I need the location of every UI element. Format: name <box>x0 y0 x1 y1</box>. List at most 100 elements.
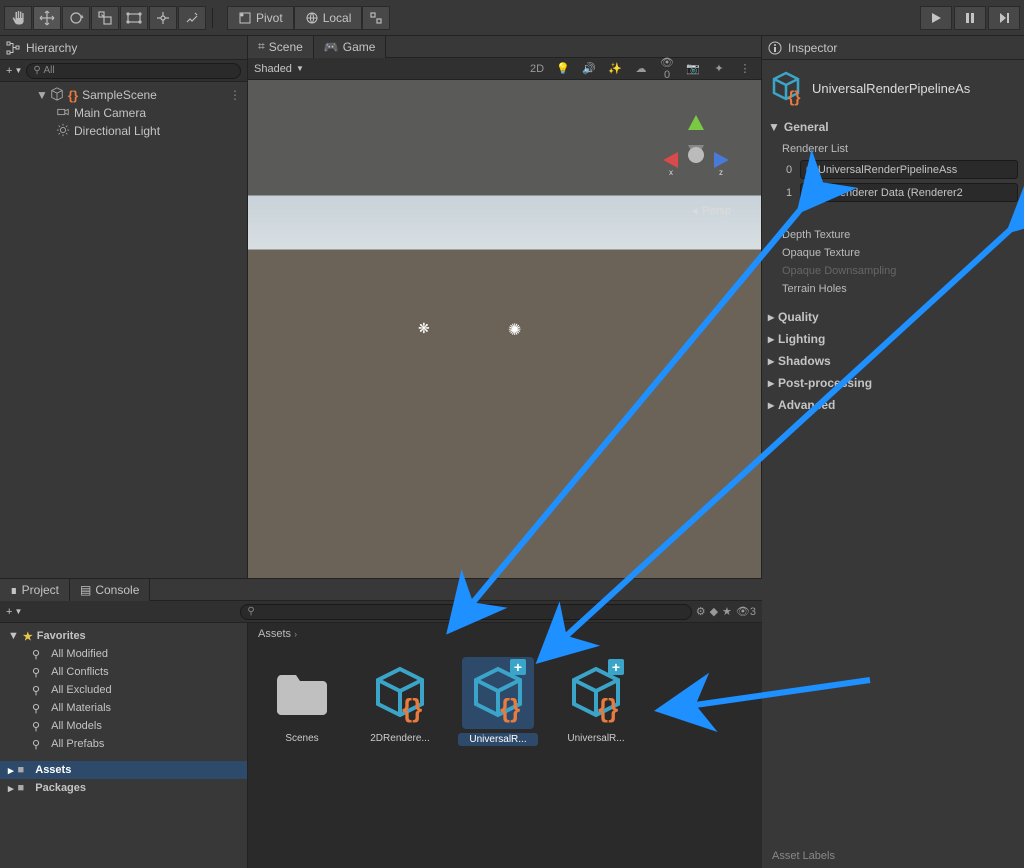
asset-folder[interactable]: Scenes <box>262 657 342 744</box>
rotate-tool-button[interactable] <box>62 6 90 30</box>
favorite-item[interactable]: ⚲ All Excluded <box>0 681 247 699</box>
favorite-item[interactable]: ⚲ All Modified <box>0 645 247 663</box>
foldout-icon: ▸ <box>8 782 14 795</box>
assets-root[interactable]: ▸■ Assets <box>0 761 247 779</box>
inspector-header: Inspector <box>762 36 1024 60</box>
skybox-toggle[interactable]: ☁ <box>631 62 651 75</box>
snap-button[interactable] <box>362 6 390 30</box>
project-tree: ▼★Favorites ⚲ All Modified ⚲ All Conflic… <box>0 623 248 868</box>
filter-by-label[interactable]: ◆ <box>710 605 718 618</box>
shading-mode-dropdown[interactable]: Shaded▼ <box>254 63 304 75</box>
asset-label: 2DRendere... <box>360 733 440 744</box>
hidden-count[interactable]: 👁0 <box>657 56 677 81</box>
project-search[interactable]: ⚲ <box>240 604 691 620</box>
section-general[interactable]: ▼General <box>768 116 1018 138</box>
svg-text:{}: {} <box>402 693 422 723</box>
hand-tool-button[interactable] <box>4 6 32 30</box>
scene-gizmo[interactable]: x z <box>651 110 741 200</box>
transform-tool-button[interactable] <box>149 6 177 30</box>
hidden-packages[interactable]: 👁3 <box>736 605 756 618</box>
play-button[interactable] <box>920 6 952 30</box>
renderer-list-item[interactable]: 0 ⚙UniversalRenderPipelineAss <box>782 158 1018 181</box>
favorite-item[interactable]: ⚲ All Conflicts <box>0 663 247 681</box>
project-toolbar: +▼ ⚲ ⚙ ◆ ★ 👁3 <box>0 601 762 623</box>
foldout-icon: ▸ <box>768 376 774 390</box>
foldout-icon: ▼ <box>768 120 780 134</box>
renderer-index: 0 <box>782 164 796 176</box>
favorites-header[interactable]: ▼★Favorites <box>0 627 247 645</box>
favorite-item[interactable]: ⚲ All Prefabs <box>0 735 247 753</box>
favorite-item[interactable]: ⚲ All Materials <box>0 699 247 717</box>
renderer-ref-name: UniversalRenderPipelineAss <box>818 164 957 176</box>
lighting-toggle[interactable]: 💡 <box>553 62 573 75</box>
folder-icon: ■ <box>18 782 25 794</box>
asset-pipeline-asset[interactable]: {} + UniversalR... <box>556 657 636 744</box>
star-icon: ★ <box>23 630 33 643</box>
breadcrumb[interactable]: Assets › <box>248 623 762 645</box>
light-icon <box>56 123 70 140</box>
asset-label: Scenes <box>262 733 342 744</box>
pivot-button[interactable]: Pivot <box>227 6 294 30</box>
inspector-asset-header: {} UniversalRenderPipelineAs <box>768 66 1018 116</box>
persp-label[interactable]: ◄ Persp <box>690 205 731 217</box>
section-lighting[interactable]: ▸Lighting <box>768 328 1018 350</box>
create-dropdown[interactable]: +▼ <box>6 606 22 618</box>
hierarchy-item[interactable]: Main Camera <box>0 104 247 122</box>
packages-root[interactable]: ▸■ Packages <box>0 779 247 797</box>
search-icon: ⚲ <box>247 606 254 617</box>
favorite-item[interactable]: ⚲ All Models <box>0 717 247 735</box>
hierarchy-item-menu[interactable]: ⋮ <box>229 88 241 102</box>
plus-badge-icon: + <box>510 659 526 675</box>
audio-toggle[interactable]: 🔊 <box>579 62 599 75</box>
section-quality[interactable]: ▸Quality <box>768 306 1018 328</box>
mode-2d-toggle[interactable]: 2D <box>527 63 547 75</box>
step-button[interactable] <box>988 6 1020 30</box>
local-button[interactable]: Local <box>294 6 363 30</box>
inspector-asset-name: UniversalRenderPipelineAs <box>812 81 970 96</box>
rect-tool-button[interactable] <box>120 6 148 30</box>
section-advanced[interactable]: ▸Advanced <box>768 394 1018 416</box>
asset-renderer-data[interactable]: {} 2DRendere... <box>360 657 440 744</box>
custom-tool-button[interactable] <box>178 6 206 30</box>
move-tool-button[interactable] <box>33 6 61 30</box>
folder-icon: ■ <box>18 764 25 776</box>
foldout-icon: ▸ <box>768 310 774 324</box>
transform-tools <box>4 4 206 32</box>
game-tab-label: Game <box>343 40 376 54</box>
camera-settings[interactable]: 📷 <box>683 62 703 75</box>
svg-text:{}: {} <box>788 89 800 106</box>
scene-grid-icon: ⌗ <box>258 39 265 54</box>
asset-labels-heading: Asset Labels <box>772 850 835 862</box>
fx-toggle[interactable]: ✨ <box>605 62 625 75</box>
scene-view-menu[interactable]: ⋮ <box>735 62 755 75</box>
terrain-holes-label[interactable]: Terrain Holes <box>782 280 1018 298</box>
asset-pipeline-asset[interactable]: {} + UniversalR... <box>458 657 538 746</box>
pivot-label: Pivot <box>256 11 283 25</box>
folder-icon: ∎ <box>10 583 18 597</box>
svg-text:z: z <box>719 168 723 177</box>
create-dropdown[interactable]: +▼ <box>6 65 22 77</box>
scene-icon <box>50 87 64 104</box>
depth-texture-label[interactable]: Depth Texture <box>782 226 1018 244</box>
hierarchy-search[interactable]: ⚲ All <box>26 63 241 79</box>
gizmos-dropdown[interactable]: ✦ <box>709 62 729 75</box>
scene-tab[interactable]: ⌗Scene <box>248 36 314 58</box>
section-post-processing[interactable]: ▸Post-processing <box>768 372 1018 394</box>
script-link-icon: {} <box>68 88 78 103</box>
scale-tool-button[interactable] <box>91 6 119 30</box>
foldout-icon: ▸ <box>768 354 774 368</box>
project-tab[interactable]: ∎Project <box>0 579 70 601</box>
local-label: Local <box>323 11 352 25</box>
opaque-texture-label[interactable]: Opaque Texture <box>782 244 1018 262</box>
section-shadows[interactable]: ▸Shadows <box>768 350 1018 372</box>
hierarchy-item[interactable]: Directional Light <box>0 122 247 140</box>
game-tab[interactable]: 🎮Game <box>314 36 387 58</box>
scene-toolbar: Shaded▼ 2D 💡 🔊 ✨ ☁ 👁0 📷 ✦ ⋮ <box>248 58 761 80</box>
hierarchy-scene-row[interactable]: ▼ {} SampleScene ⋮ <box>0 86 247 104</box>
renderer-list-item[interactable]: 1 ⚙2DRenderer Data (Renderer2 <box>782 181 1018 204</box>
object-ref-icon: ⚙ <box>805 186 815 199</box>
filter-by-type[interactable]: ⚙ <box>696 605 706 618</box>
console-tab[interactable]: ▤Console <box>70 579 150 601</box>
pause-button[interactable] <box>954 6 986 30</box>
save-search[interactable]: ★ <box>722 605 732 618</box>
